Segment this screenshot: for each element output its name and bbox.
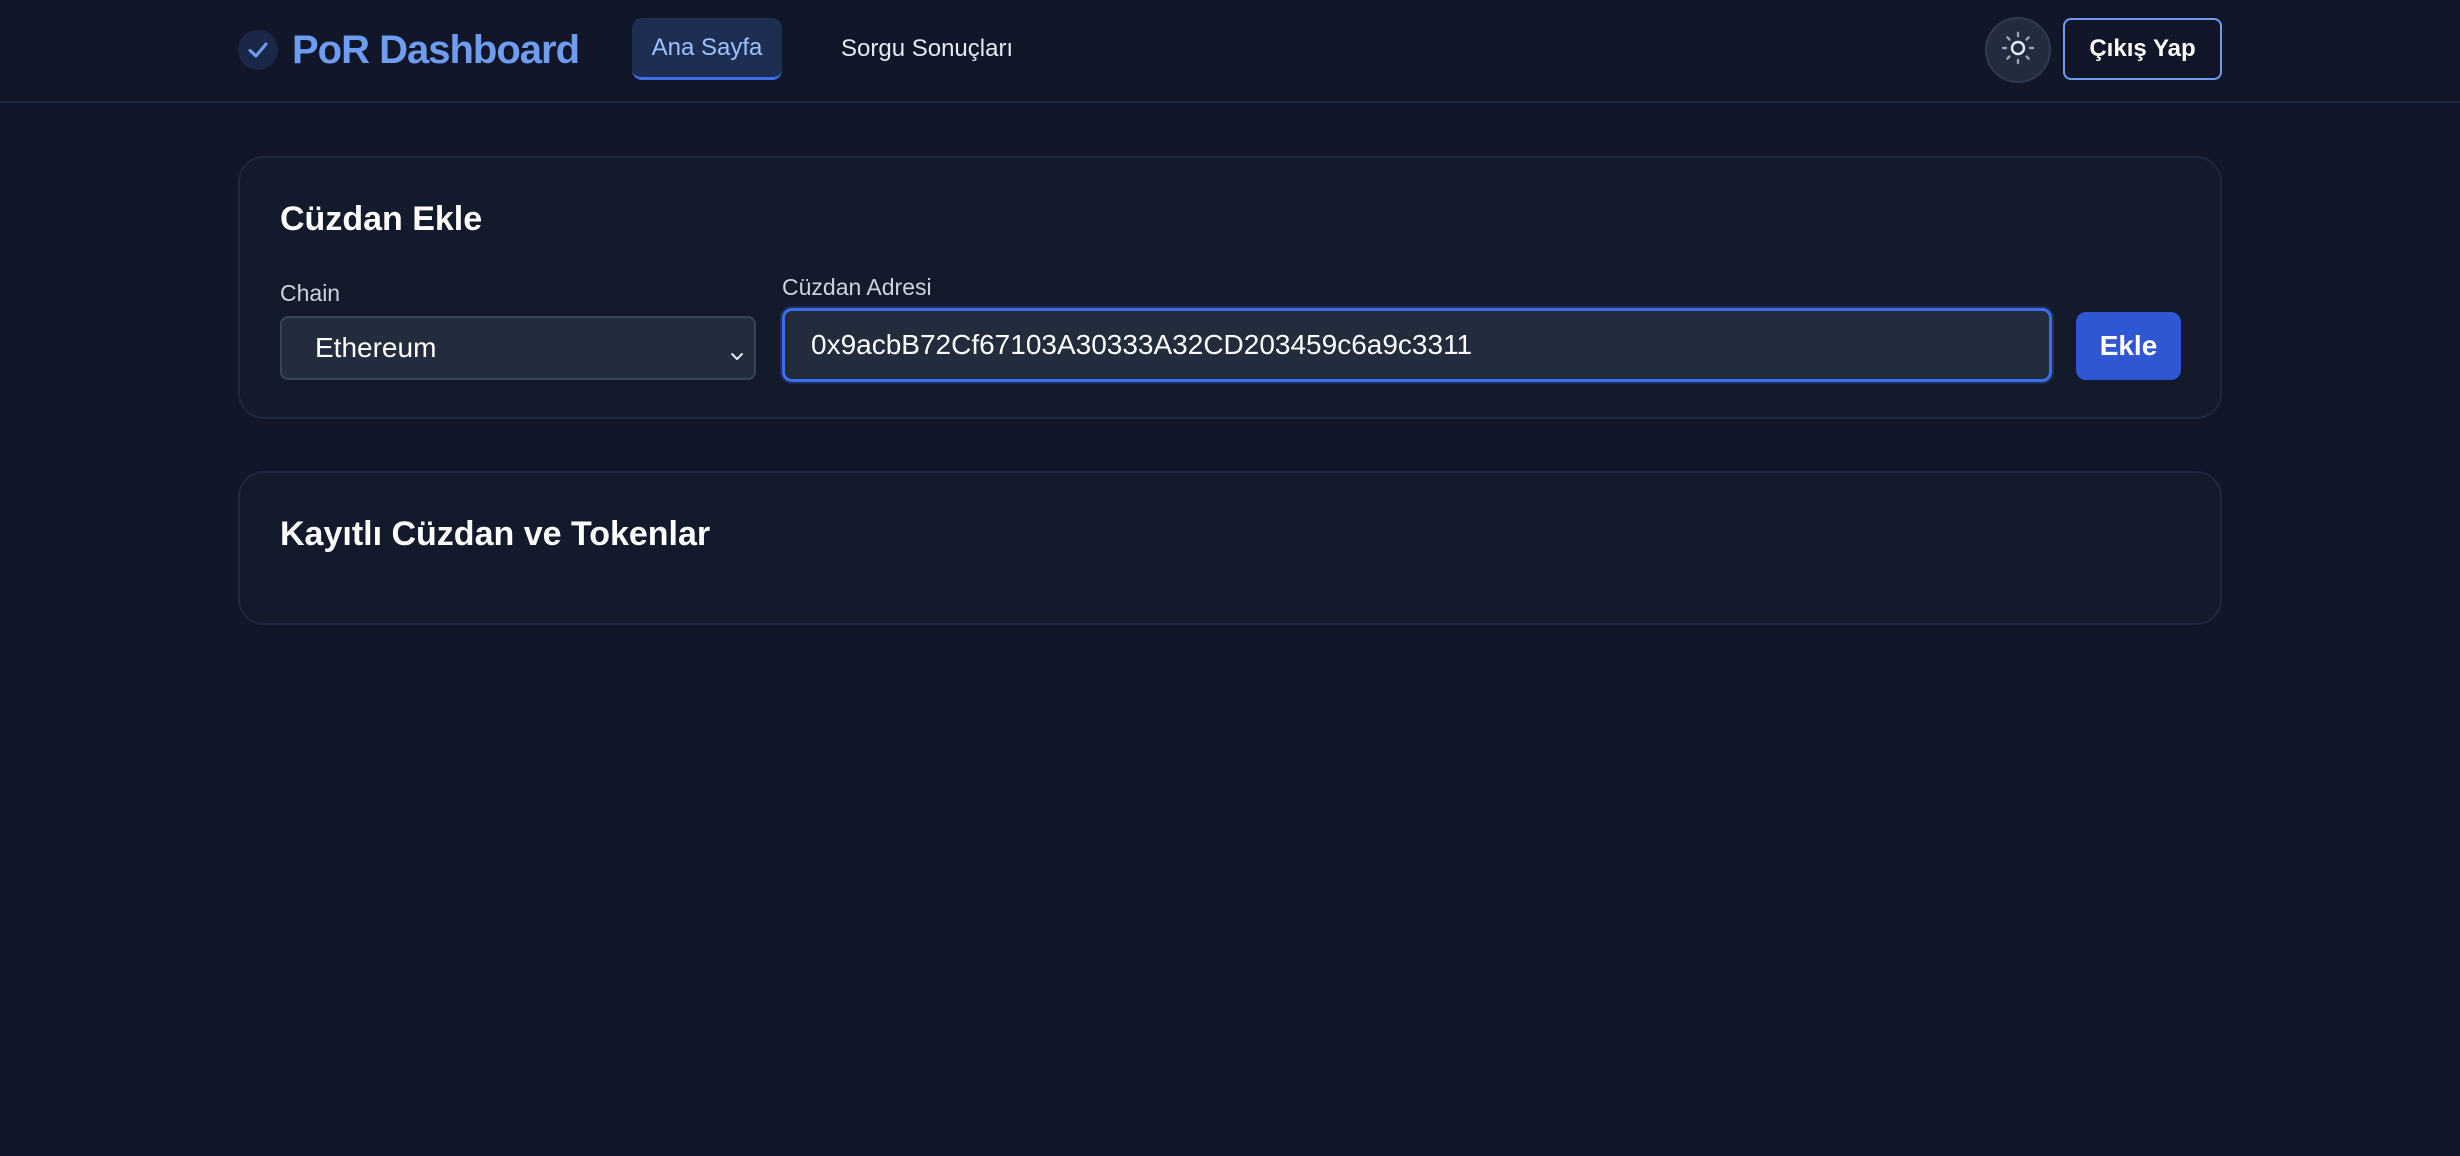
chain-label: Chain	[280, 280, 341, 306]
chevron-down-icon	[728, 340, 746, 372]
theme-toggle-button[interactable]	[1985, 17, 2051, 83]
add-wallet-button[interactable]: Ekle	[2076, 312, 2181, 380]
saved-wallets-card: Kayıtlı Cüzdan ve Tokenlar	[238, 471, 2222, 625]
chain-select-value: Ethereum	[315, 332, 437, 363]
tab-sorgu-sonuclari[interactable]: Sorgu Sonuçları	[822, 18, 1038, 80]
tab-ana-sayfa[interactable]: Ana Sayfa	[632, 18, 782, 80]
logout-button[interactable]: Çıkış Yap	[2063, 18, 2222, 80]
sun-icon	[2001, 31, 2035, 70]
add-wallet-title: Cüzdan Ekle	[280, 200, 483, 238]
top-navbar: PoR Dashboard Ana Sayfa Sorgu Sonuçları …	[0, 0, 2460, 103]
add-wallet-card: Cüzdan Ekle Chain Ethereum Cüzdan Adresi…	[238, 156, 2222, 419]
saved-wallets-title: Kayıtlı Cüzdan ve Tokenlar	[280, 515, 711, 553]
brand[interactable]: PoR Dashboard	[238, 24, 580, 76]
wallet-address-input[interactable]	[782, 308, 2052, 382]
brand-title: PoR Dashboard	[292, 27, 580, 72]
chain-select[interactable]: Ethereum	[280, 316, 756, 380]
wallet-address-label: Cüzdan Adresi	[782, 274, 932, 300]
check-icon	[238, 30, 278, 70]
